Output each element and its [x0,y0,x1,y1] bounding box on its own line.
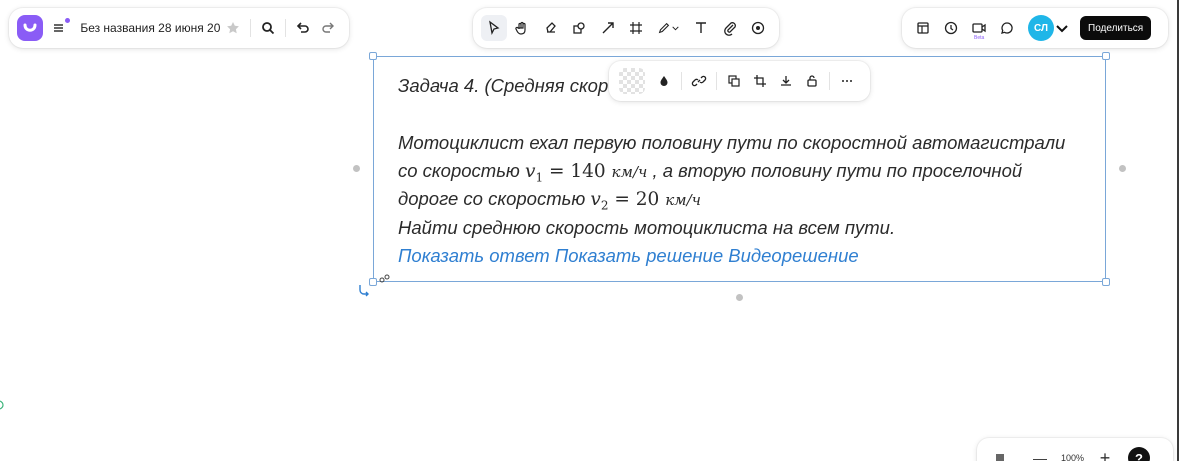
divider [284,19,286,37]
task-line-1: Мотоциклист ехал первую половину пути по… [398,132,1066,153]
link-icon[interactable] [686,68,712,94]
task-title: Задача 4. (Средняя скор [398,75,609,96]
text-icon[interactable] [688,15,714,41]
link-chain-icon[interactable] [379,271,391,289]
frame-icon[interactable] [623,15,649,41]
map-icon[interactable] [987,445,1013,461]
zoom-panel: — 100% + ? [977,438,1173,461]
layout-icon[interactable] [910,15,936,41]
undo-icon[interactable] [290,15,316,41]
video-icon[interactable]: Beta [966,15,992,41]
divider [829,72,830,90]
show-solution-link[interactable]: Показать решение [555,245,723,266]
rotate-icon[interactable] [357,283,371,302]
crop-icon[interactable] [747,68,773,94]
connector-dot-right[interactable] [1119,165,1126,172]
app-logo-icon[interactable] [17,15,43,41]
arrow-icon[interactable] [595,15,621,41]
plus-circle-icon[interactable] [745,15,771,41]
pen-icon[interactable] [652,15,686,41]
divider [250,19,252,37]
avatar[interactable]: СЛ [1028,15,1054,41]
fill-drop-icon[interactable] [651,68,677,94]
zoom-in-icon[interactable]: + [1092,445,1118,461]
zoom-level[interactable]: 100% [1061,453,1084,461]
menu-icon[interactable] [47,15,73,41]
task-links: Показать ответ Показать решение Видеореш… [398,245,859,267]
resize-handle-top-right[interactable] [1102,52,1110,60]
download-icon[interactable] [773,68,799,94]
context-toolbar [609,61,870,101]
eraser-icon[interactable] [538,15,564,41]
help-icon[interactable]: ? [1128,447,1151,461]
comment-icon[interactable] [994,15,1020,41]
more-icon[interactable] [834,68,860,94]
tools-toolbar [473,8,779,48]
resize-handle-bottom-right[interactable] [1102,278,1110,286]
transparent-fill-icon[interactable] [619,68,645,94]
task-line-3: дороге со скоростью v2 = 20 км/ч [398,188,701,213]
divider [716,72,717,90]
resize-handle-top-left[interactable] [369,52,377,60]
shapes-icon[interactable] [566,15,592,41]
task-line-2: со скоростью v1 = 140 км/ч , а вторую по… [398,160,1023,185]
star-icon[interactable] [220,15,246,41]
task-line-4: Найти среднюю скорость мотоциклиста на в… [398,217,896,238]
document-panel: Без названия 28 июня 202 [9,8,349,48]
history-icon[interactable] [938,15,964,41]
unlock-icon[interactable] [799,68,825,94]
beta-tag: Beta [974,35,985,41]
chevron-down-icon[interactable] [1054,15,1070,41]
select-icon[interactable] [481,15,507,41]
duplicate-icon[interactable] [721,68,747,94]
zoom-out-icon[interactable]: — [1027,445,1053,461]
chevron-down-icon [672,26,679,31]
hand-icon[interactable] [509,15,535,41]
attach-icon[interactable] [717,15,743,41]
search-icon[interactable] [255,15,281,41]
account-panel: Beta СЛ Поделиться [902,8,1168,48]
connector-dot-bottom[interactable] [736,294,743,301]
redo-icon[interactable] [315,15,341,41]
cursor-mark [0,398,6,416]
divider [681,72,682,90]
connector-dot-left[interactable] [353,165,360,172]
document-title[interactable]: Без названия 28 июня 202 [80,21,220,35]
share-button[interactable]: Поделиться [1080,16,1152,40]
video-solution-link[interactable]: Видеорешение [728,245,858,266]
show-answer-link[interactable]: Показать ответ [398,245,550,266]
